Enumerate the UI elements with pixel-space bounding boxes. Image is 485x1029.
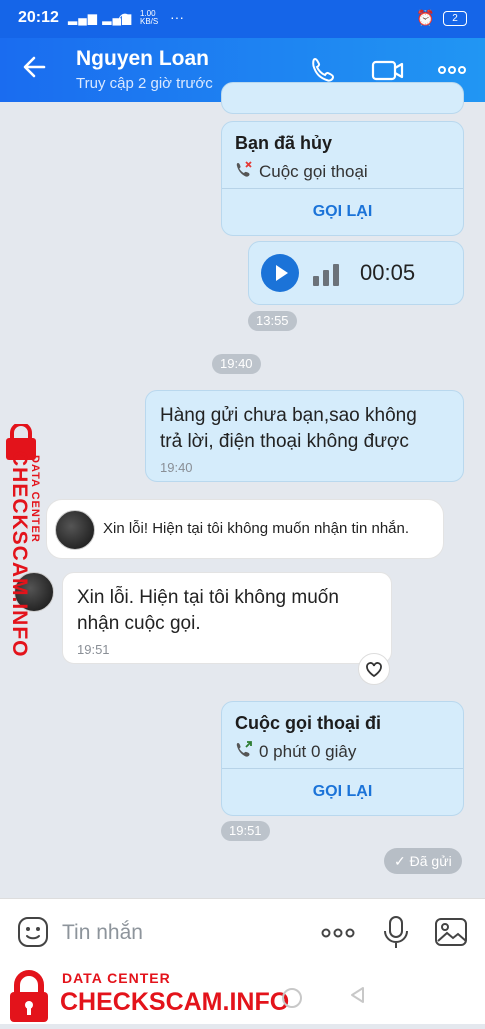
voice-duration: 00:05 [360,260,416,285]
status-time: 20:12 [18,9,59,26]
system-nav-bar: DATA CENTER CHECKSCAM.INFO [0,968,485,1024]
previous-message-partial [221,82,464,114]
watermark-lock-icon [6,970,52,1029]
audio-waveform-icon [313,262,341,293]
message-list[interactable]: Bạn đã hủy Cuộc gọi thoại GỌI LẠI 00:05 … [0,82,485,898]
call-card-cancelled: Bạn đã hủy Cuộc gọi thoại GỌI LẠI [221,121,464,236]
watermark-title: CHECKSCAM.INFO [60,988,290,1016]
emoji-icon[interactable] [16,915,50,954]
sent-status-text: Đã gửi [409,853,452,869]
call-back-button[interactable]: GỌI LẠI [222,769,463,815]
auto-reply-text: Xin lỗi! Hiện tại tôi không muốn nhận ti… [103,520,410,537]
message-text-line: Xin lỗi. Hiện tại tôi không muốn [77,587,339,608]
heart-reaction-icon[interactable] [358,653,390,685]
outgoing-call-icon [235,740,253,763]
contact-name[interactable]: Nguyen Loan [76,47,209,71]
call-card-outgoing: Cuộc gọi thoại đi 0 phút 0 giây GỌI LẠI [221,701,464,816]
voice-message[interactable]: 00:05 [248,241,464,305]
play-button-icon[interactable] [261,254,299,292]
microphone-icon[interactable] [382,915,410,956]
back-arrow-icon[interactable] [20,52,54,86]
incoming-message[interactable]: Xin lỗi. Hiện tại tôi không muốn nhận cu… [62,572,392,664]
call-duration-label: 0 phút 0 giây [259,741,357,761]
watermark-sub-vertical: DATA CENTER [29,455,41,543]
status-bar: 20:12 ▂▄▆ ▂▄▆ ◠ 1.00 KB/S ··· ⏰ 2 [0,0,485,38]
outgoing-message[interactable]: Hàng gửi chưa bạn,sao không trả lời, điệ… [145,390,464,482]
message-text-line: Hàng gửi chưa bạn,sao không [160,405,417,426]
date-divider: 19:40 [212,354,261,374]
call-card-title: Bạn đã hủy [235,133,333,153]
network-speed: 1.00 KB/S [140,9,159,26]
more-options-icon[interactable] [320,921,356,950]
alarm-icon: ⏰ [416,10,435,27]
back-nav-icon[interactable] [348,985,368,1010]
message-text: Xin lỗi. Hiện tại tôi không muốn nhận cu… [77,585,339,637]
message-composer: Tin nhắn [0,898,485,969]
message-text-line: trả lời, điện thoại không được [160,431,409,452]
watermark-text-vertical: CHECKSCAM.INFO [8,451,31,658]
auto-reply-message: Xin lỗi! Hiện tại tôi không muốn nhận ti… [46,499,444,559]
check-icon: ✓ [394,853,406,869]
watermark-subtitle: DATA CENTER [62,970,171,986]
message-time: 19:40 [160,460,193,475]
watermark-logo: CHECKSCAM.INFO DATA CENTER [4,422,44,664]
avatar[interactable] [55,510,95,550]
call-type-label: Cuộc gọi thoại [259,161,368,181]
wifi-icon: ◠ [118,11,132,28]
call-card-title: Cuộc gọi thoại đi [235,713,381,733]
home-nav-icon[interactable] [282,988,302,1008]
more-status-icon: ··· [170,9,184,25]
battery-icon: 2 [443,10,467,26]
contact-status: Truy cập 2 giờ trước [76,75,213,92]
timestamp-pill: 13:55 [248,311,297,331]
timestamp-pill: 19:51 [221,821,270,841]
message-input[interactable]: Tin nhắn [62,921,143,945]
call-card-subtitle: Cuộc gọi thoại [235,160,368,183]
call-card-subtitle: 0 phút 0 giây [235,740,356,763]
message-text-line: nhận cuộc gọi. [77,613,201,634]
message-time: 19:51 [77,642,110,657]
sent-status-badge: ✓ Đã gửi [384,848,462,874]
message-text: Hàng gửi chưa bạn,sao không trả lời, điệ… [160,403,417,455]
missed-call-icon [235,160,253,183]
call-back-button[interactable]: GỌI LẠI [222,189,463,235]
image-gallery-icon[interactable] [434,915,468,954]
